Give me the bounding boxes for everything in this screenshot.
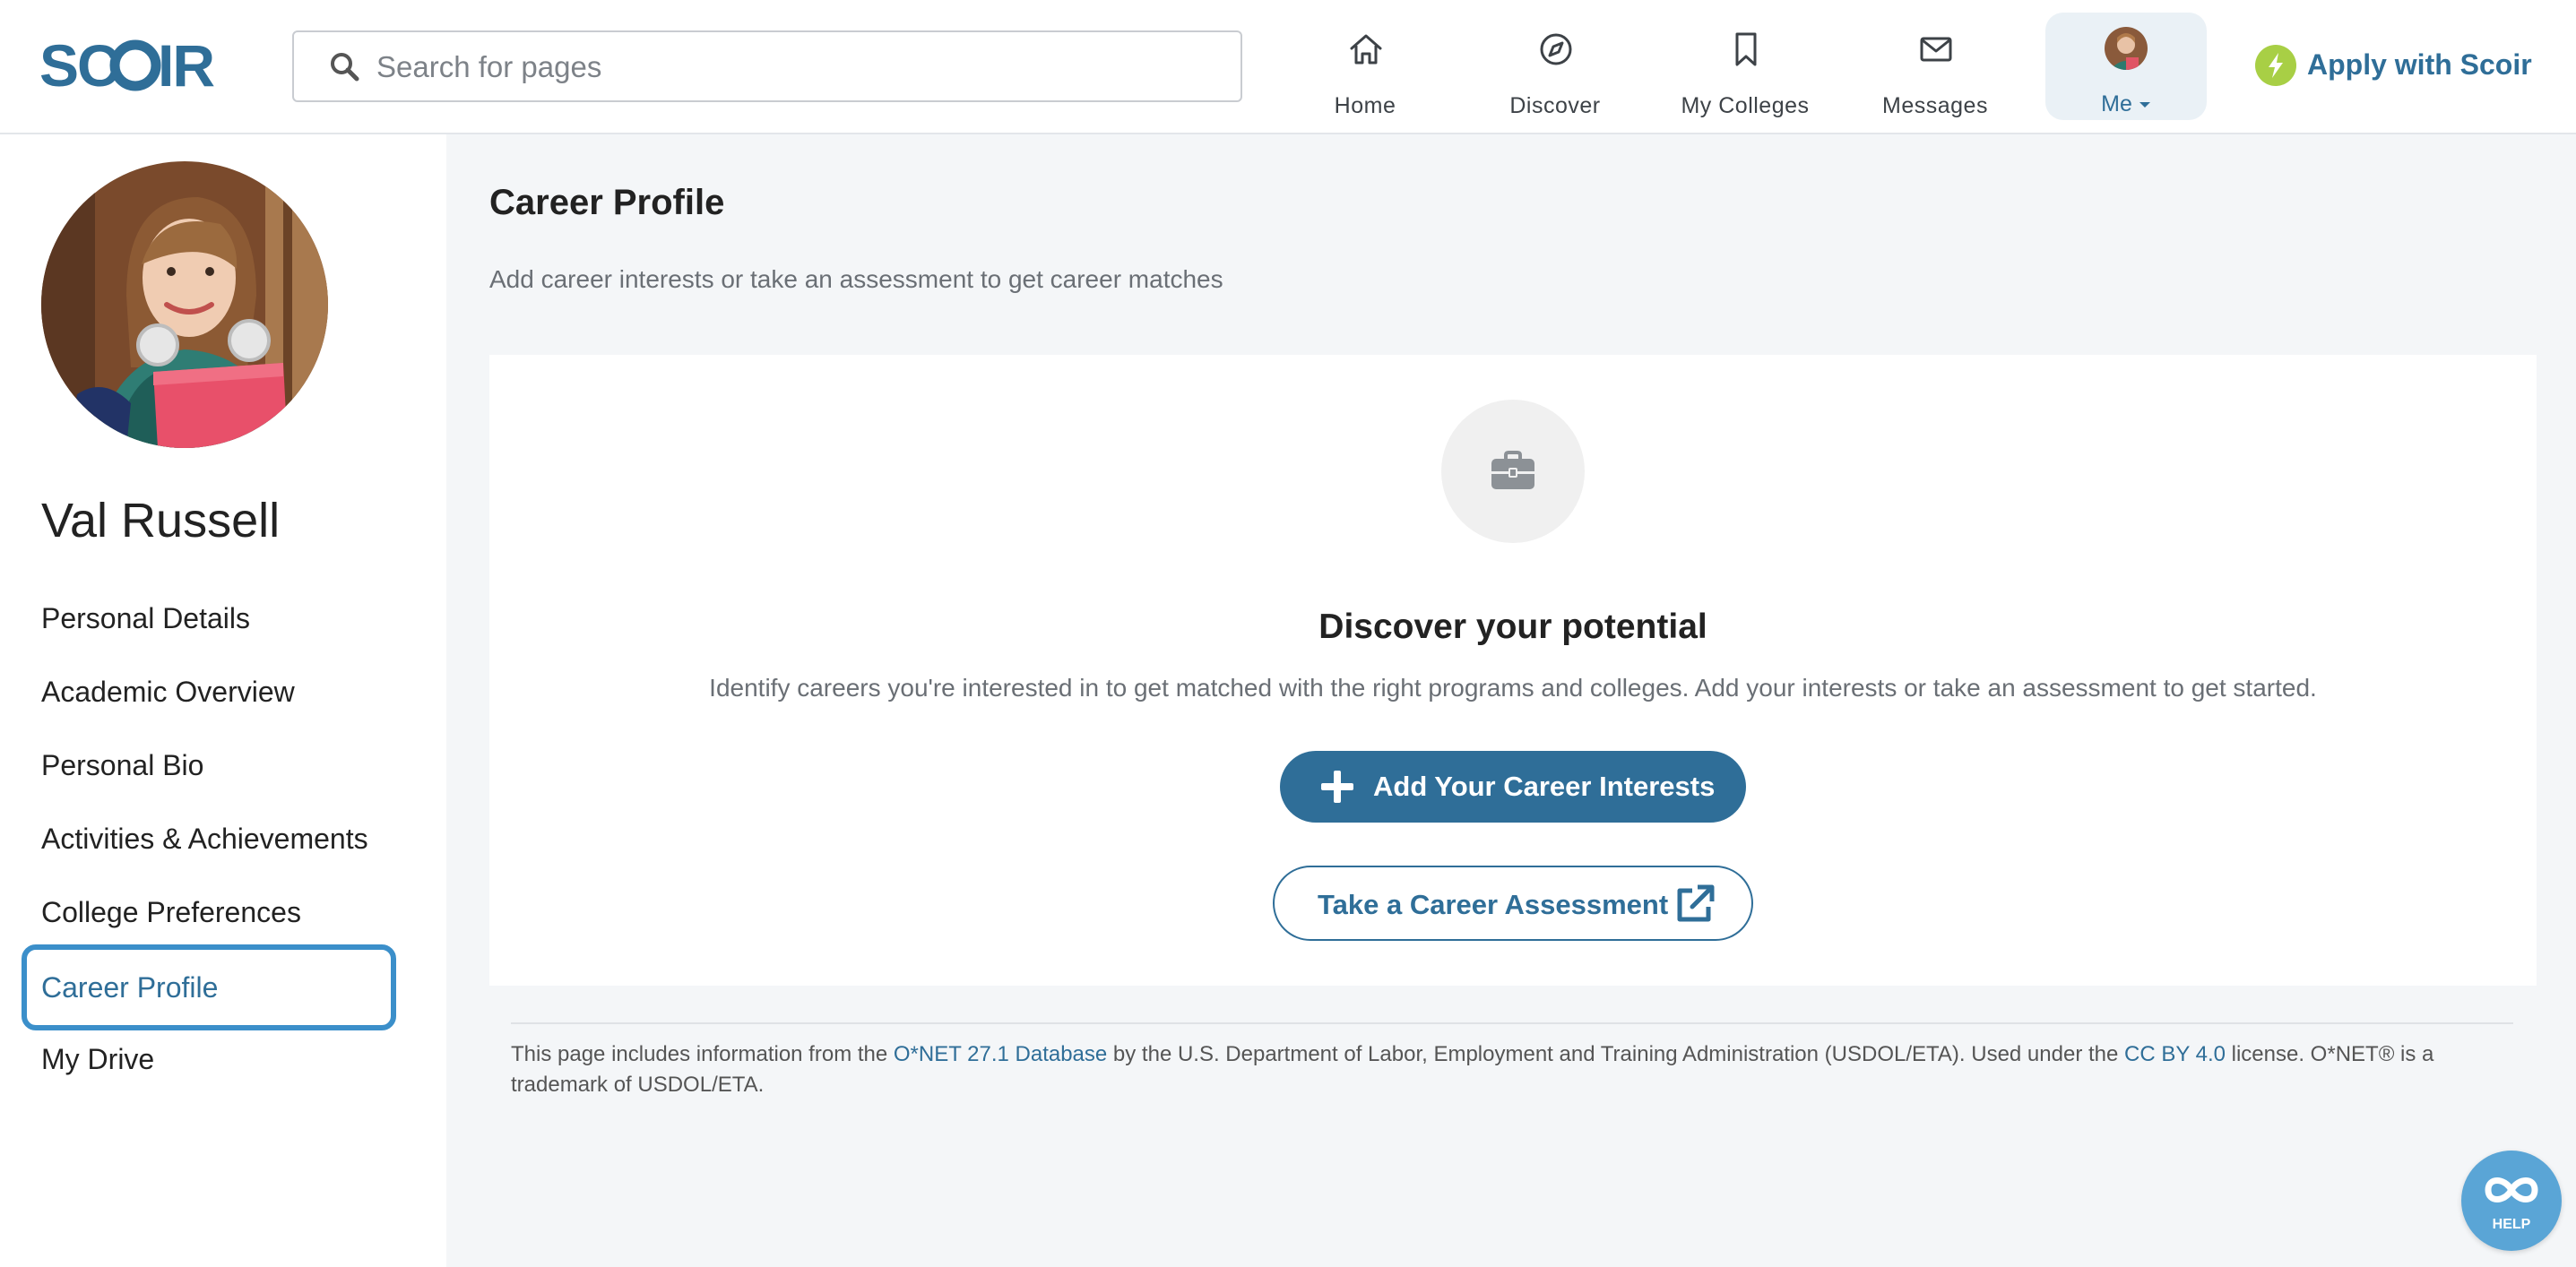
onet-database-link[interactable]: O*NET 27.1 Database [894, 1042, 1107, 1066]
infinity-icon [2485, 1177, 2538, 1202]
nav-discover-label: Discover [1509, 93, 1601, 118]
apply-label: Apply with Scoir [2307, 48, 2532, 81]
take-career-assessment-label: Take a Career Assessment [1318, 889, 1669, 920]
top-header: SC IR Home Discover My Colleges [0, 0, 2576, 134]
nav-my-colleges[interactable]: My Colleges [1655, 14, 1835, 120]
nav-discover[interactable]: Discover [1465, 14, 1645, 120]
page-title: Career Profile [489, 183, 725, 222]
caret-down-icon [2139, 102, 2150, 108]
empty-state-description: Identify careers you're interested in to… [709, 674, 2317, 702]
home-icon [1350, 34, 1382, 65]
cc-by-license-link[interactable]: CC BY 4.0 [2124, 1042, 2226, 1066]
nav-my-colleges-label: My Colleges [1681, 93, 1810, 118]
sidebar-item-career-profile[interactable]: Career Profile [22, 944, 396, 1030]
envelope-icon [1920, 37, 1952, 62]
briefcase-icon-circle [1441, 400, 1585, 543]
nav-messages[interactable]: Messages [1846, 14, 2025, 120]
external-link-icon [1677, 884, 1715, 922]
take-career-assessment-button[interactable]: Take a Career Assessment [1273, 866, 1753, 941]
footer-text-1: This page includes information from the [511, 1042, 894, 1066]
sidebar-item-college-preferences[interactable]: College Preferences [41, 896, 301, 929]
onet-attribution-note: This page includes information from the … [511, 1039, 2522, 1100]
add-career-interests-button[interactable]: Add Your Career Interests [1280, 751, 1746, 823]
sidebar-item-personal-bio[interactable]: Personal Bio [41, 749, 203, 782]
sidebar-item-my-drive[interactable]: My Drive [41, 1043, 154, 1076]
help-label: HELP [2492, 1217, 2531, 1232]
sidebar-item-academic-overview[interactable]: Academic Overview [41, 676, 295, 709]
bookmark-icon [1735, 32, 1757, 66]
briefcase-icon [1491, 451, 1534, 489]
footer-text-2: by the U.S. Department of Labor, Employm… [1107, 1042, 2125, 1066]
profile-name: Val Russell [41, 494, 281, 547]
search-input[interactable] [375, 38, 1203, 97]
plus-icon [1321, 771, 1353, 803]
search-box[interactable] [292, 30, 1242, 102]
svg-text:SC: SC [39, 34, 118, 97]
profile-photo[interactable] [41, 161, 328, 448]
add-career-interests-label: Add Your Career Interests [1373, 771, 1716, 802]
help-button[interactable]: HELP [2461, 1151, 2562, 1251]
lightning-bolt-icon [2255, 45, 2296, 86]
nav-home[interactable]: Home [1275, 14, 1455, 120]
nav-me[interactable]: Me [2045, 13, 2207, 120]
nav-me-label: Me [2045, 91, 2207, 117]
compass-icon [1540, 33, 1572, 65]
empty-state-heading: Discover your potential [1318, 608, 1707, 646]
sidebar-item-activities-achievements[interactable]: Activities & Achievements [41, 823, 368, 856]
avatar [2105, 27, 2148, 70]
scoir-logo[interactable]: SC IR [39, 32, 228, 99]
page-subtitle: Add career interests or take an assessme… [489, 265, 1223, 293]
profile-sidebar: Val Russell Personal Details Academic Ov… [0, 134, 446, 1267]
footer-divider [511, 1022, 2513, 1024]
svg-text:IR: IR [158, 34, 214, 97]
sidebar-item-career-profile-label: Career Profile [41, 971, 219, 1004]
career-empty-state-card: Discover your potential Identify careers… [489, 355, 2537, 986]
search-icon [331, 53, 359, 82]
nav-home-label: Home [1334, 93, 1396, 118]
sidebar-item-personal-details[interactable]: Personal Details [41, 602, 250, 635]
nav-messages-label: Messages [1882, 93, 1988, 118]
